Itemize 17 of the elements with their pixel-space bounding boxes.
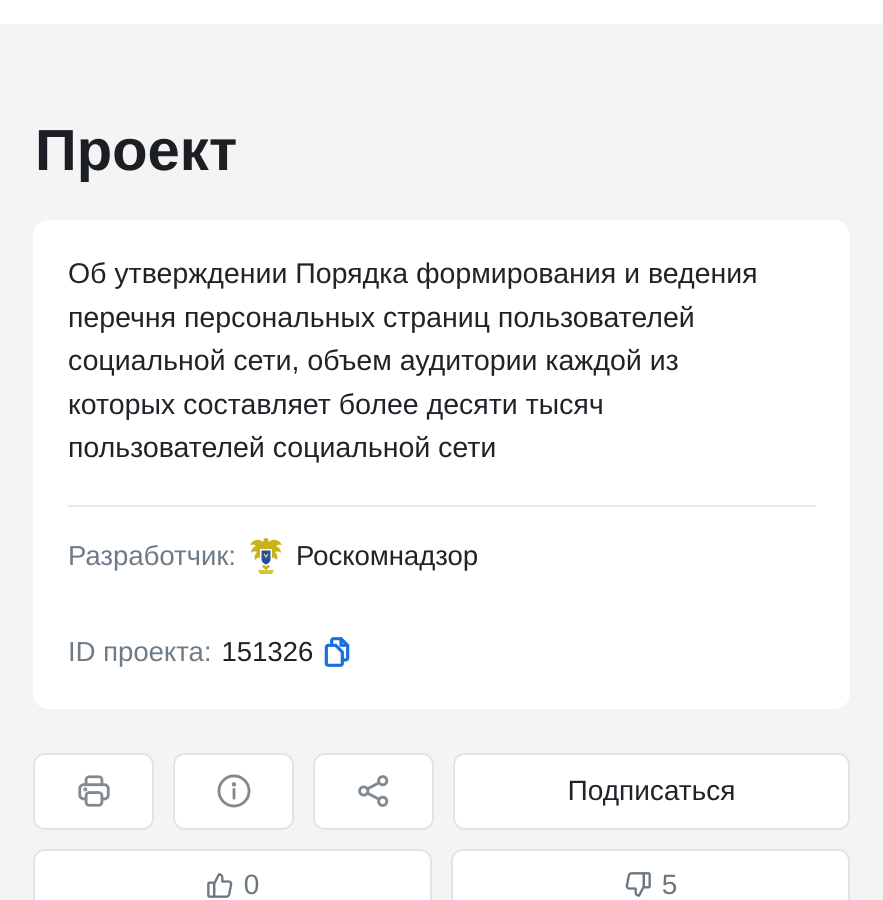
project-id-label: ID проекта:	[68, 634, 212, 669]
developer-name: Роскомнадзор	[296, 538, 478, 573]
like-button[interactable]: 0	[33, 848, 432, 900]
info-button[interactable]	[173, 752, 294, 830]
developer-label: Разработчик:	[68, 538, 236, 573]
project-description: Об утверждении Порядка формирования и ведения перечня персональных страниц пользователей социальной сети, объем аудитории каждой из которых составляет более десяти тысяч пользователей социальной сети	[68, 257, 759, 466]
info-icon	[214, 772, 252, 810]
dislike-count: 5	[662, 868, 678, 900]
dislike-button[interactable]: 5	[451, 848, 850, 900]
subscribe-button[interactable]: Подписаться	[453, 752, 850, 830]
share-button[interactable]	[313, 752, 434, 830]
like-count: 0	[244, 868, 260, 900]
print-button[interactable]	[33, 752, 154, 830]
thumbs-down-icon	[624, 870, 652, 898]
page-title: Проект	[35, 117, 238, 185]
project-id-value: 151326	[221, 634, 314, 668]
thumbs-up-icon	[206, 870, 234, 898]
